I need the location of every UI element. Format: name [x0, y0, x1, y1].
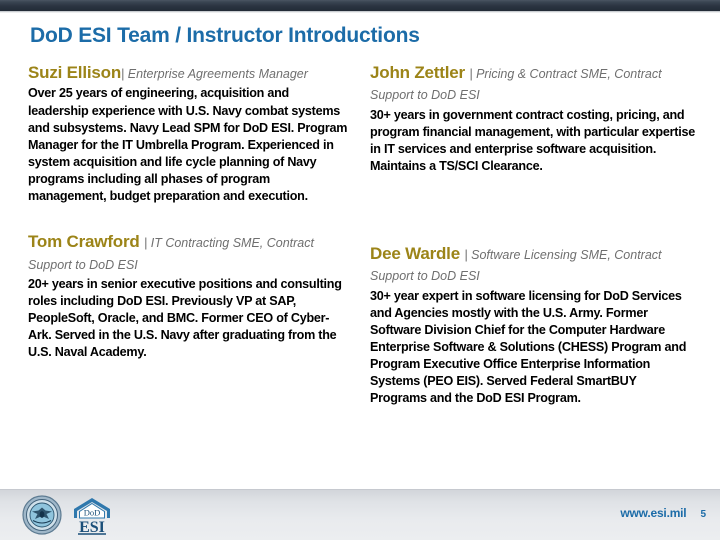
bio-block: John Zettler | Pricing & Contract SME, C… [370, 62, 696, 175]
bio-heading: Suzi Ellison| Enterprise Agreements Mana… [28, 62, 350, 84]
slide-footer: DoD ESI www.esi.mil 5 [0, 489, 720, 540]
bio-name: Suzi Ellison [28, 63, 122, 82]
bio-block: Suzi Ellison| Enterprise Agreements Mana… [28, 62, 350, 205]
column-spacer [28, 205, 350, 231]
bio-heading: Dee Wardle | Software Licensing SME, Con… [370, 243, 696, 287]
bio-description: Over 25 years of engineering, acquisitio… [28, 86, 348, 204]
bio-heading: Tom Crawford | IT Contracting SME, Contr… [28, 231, 350, 275]
footer-logo-group: DoD ESI [22, 494, 116, 536]
dod-esi-logo-icon: DoD ESI [74, 498, 110, 536]
bio-block: Dee Wardle | Software Licensing SME, Con… [370, 243, 696, 407]
window-title-bar [0, 0, 720, 11]
bio-description: 20+ years in senior executive positions … [28, 276, 342, 360]
bio-name: Dee Wardle [370, 244, 460, 264]
bio-heading: John Zettler | Pricing & Contract SME, C… [370, 62, 696, 106]
website-url[interactable]: www.esi.mil [620, 506, 686, 520]
presentation-slide: DoD ESI Team / Instructor Introductions … [0, 0, 720, 540]
bio-name: Tom Crawford [28, 232, 140, 252]
column-spacer [370, 175, 696, 243]
svg-text:DoD: DoD [84, 508, 101, 518]
page-number: 5 [700, 509, 706, 520]
bio-description: 30+ year expert in software licensing fo… [370, 288, 687, 406]
bio-description: 30+ years in government contract costing… [370, 107, 695, 173]
left-column: Suzi Ellison| Enterprise Agreements Mana… [28, 62, 350, 361]
footer-meta: www.esi.mil 5 [620, 506, 706, 520]
bio-role: | Enterprise Agreements Manager [121, 67, 308, 81]
page-title: DoD ESI Team / Instructor Introductions [30, 24, 420, 47]
right-column: John Zettler | Pricing & Contract SME, C… [370, 62, 696, 407]
bio-block: Tom Crawford | IT Contracting SME, Contr… [28, 231, 350, 361]
bio-name: John Zettler [370, 63, 465, 82]
dod-seal-icon [22, 495, 62, 535]
title-bar-shadow [0, 11, 720, 13]
